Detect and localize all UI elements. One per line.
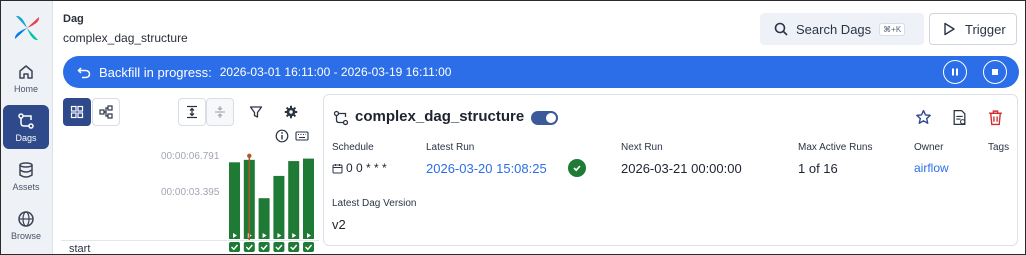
graph-icon [99, 105, 113, 119]
trigger-label: Trigger [965, 21, 1006, 37]
home-icon [19, 64, 33, 79]
dag-details-card: complex_dag_structure Schedule 0 0 * * *… [323, 94, 1018, 246]
run-bar[interactable] [229, 162, 240, 239]
backfill-label: Backfill in progress: [99, 64, 212, 80]
settings-button[interactable] [277, 98, 305, 126]
dag-pause-toggle[interactable] [531, 111, 558, 125]
owner-label: Owner [914, 142, 944, 153]
collapse-all-button[interactable] [206, 98, 234, 126]
search-dags-button[interactable]: Search Dags ⌘+K [760, 13, 924, 45]
dag-title: complex_dag_structure [355, 108, 525, 125]
header-label: Dag [63, 13, 84, 25]
stop-backfill-button[interactable] [983, 60, 1007, 84]
owner-link[interactable]: airflow [914, 161, 949, 175]
stop-icon [992, 69, 998, 75]
sidebar-item-label: Assets [12, 181, 40, 192]
file-code-icon [953, 109, 965, 125]
run-bar[interactable] [258, 198, 270, 239]
backfill-banner: Backfill in progress: 2026-03-01 16:11:0… [63, 56, 1019, 88]
run-success-badge [568, 159, 586, 177]
selected-run-dot [247, 153, 252, 159]
run-bar[interactable] [303, 158, 314, 239]
search-shortcut: ⌘+K [879, 22, 906, 36]
schedule-label: Schedule [332, 142, 374, 153]
sidebar-item-browse[interactable]: Browse [3, 203, 49, 247]
schedule-value: 0 0 * * * [346, 161, 387, 175]
collapse-icon [215, 106, 225, 118]
task-instance-cell[interactable] [303, 242, 314, 252]
sidebar-item-label: Dags [15, 132, 37, 143]
sidebar-item-assets[interactable]: Assets [3, 154, 49, 198]
dag-version-value: v2 [332, 217, 346, 232]
run-bar[interactable] [273, 175, 285, 239]
gear-icon [284, 105, 298, 119]
delete-dag-button[interactable] [985, 107, 1005, 127]
backfill-range: 2026-03-01 16:11:00 - 2026-03-19 16:11:0… [219, 65, 452, 79]
dag-version-label: Latest Dag Version [332, 198, 417, 209]
view-code-button[interactable] [949, 107, 969, 127]
check-icon [573, 165, 581, 172]
sidebar-item-home[interactable]: Home [3, 56, 49, 100]
search-icon [774, 22, 788, 36]
graph-view-button[interactable] [92, 98, 120, 126]
trigger-button[interactable]: Trigger [929, 13, 1017, 45]
latest-run-link[interactable]: 2026-03-20 15:08:25 [426, 161, 547, 176]
grid-view-button[interactable] [63, 98, 91, 126]
sidebar-item-dags[interactable]: Dags [3, 105, 49, 149]
calendar-icon [332, 164, 343, 174]
expand-icon [187, 105, 197, 119]
task-instance-cell[interactable] [273, 242, 285, 252]
dags-icon [18, 112, 34, 129]
trash-icon [988, 109, 1002, 125]
max-active-runs-label: Max Active Runs [798, 142, 873, 153]
tags-label: Tags [988, 142, 1010, 153]
favorite-button[interactable] [913, 107, 933, 127]
next-run-value: 2026-03-21 00:00:00 [621, 161, 742, 176]
pause-icon [952, 68, 958, 76]
header-dag-id: complex_dag_structure [63, 31, 188, 45]
sidebar-item-label: Home [13, 83, 38, 94]
app-window: Home Dags Assets Browse Dag complex_dag_… [0, 0, 1026, 255]
play-icon [944, 22, 955, 36]
task-instance-cell[interactable] [243, 242, 255, 252]
max-active-runs-value: 1 of 16 [798, 161, 838, 176]
run-bar[interactable] [288, 161, 300, 239]
airflow-logo[interactable] [12, 13, 42, 43]
filter-icon [249, 106, 263, 118]
undo-icon [77, 67, 91, 79]
sidebar: Home Dags Assets Browse [1, 1, 53, 254]
row-divider [61, 240, 319, 241]
next-run-label: Next Run [621, 142, 663, 153]
run-duration-chart [229, 153, 314, 252]
filter-button[interactable] [242, 98, 270, 126]
star-icon [915, 109, 931, 124]
grid-icon [70, 105, 84, 119]
globe-icon [18, 210, 34, 227]
task-instance-cell[interactable] [288, 242, 300, 252]
latest-run-label: Latest Run [426, 142, 475, 153]
dag-icon [333, 110, 349, 126]
task-instance-cell[interactable] [229, 242, 240, 252]
pause-backfill-button[interactable] [943, 60, 967, 84]
task-row-label: start [69, 243, 91, 255]
search-dags-label: Search Dags [796, 21, 872, 37]
sidebar-item-label: Browse [10, 230, 41, 241]
expand-all-button[interactable] [178, 98, 206, 126]
task-instance-cell[interactable] [258, 242, 270, 252]
database-icon [19, 161, 33, 178]
